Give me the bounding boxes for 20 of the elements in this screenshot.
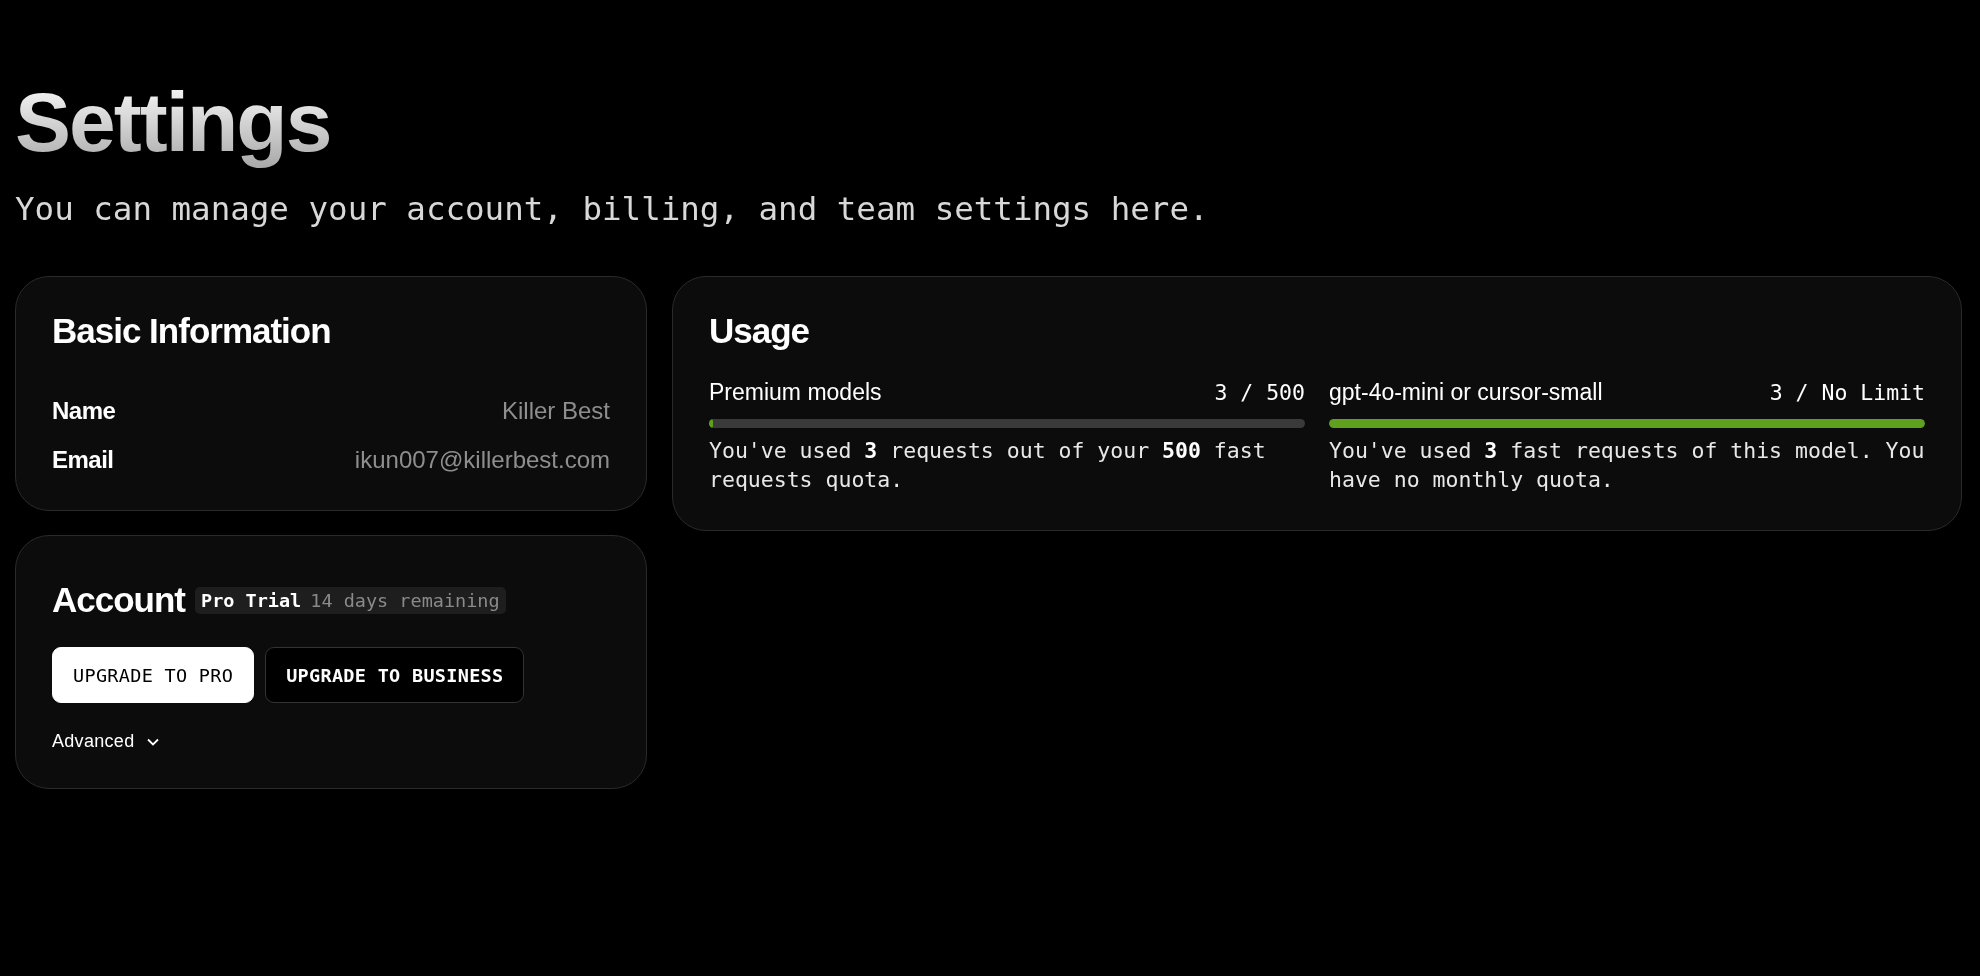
field-label: Email bbox=[52, 446, 114, 475]
upgrade-button[interactable]: UPGRADE TO BUSINESS bbox=[265, 647, 525, 704]
card-title: Usage bbox=[709, 311, 811, 352]
advanced-toggle[interactable]: Advanced bbox=[52, 731, 161, 753]
field-value: ikun007@killerbest.com bbox=[354, 446, 610, 475]
field-value: Killer Best bbox=[501, 397, 610, 426]
page-subtitle: You can manage your account, billing, and team settings here. bbox=[15, 190, 1210, 229]
plan-name: Pro Trial bbox=[201, 589, 302, 611]
card-title: Account bbox=[52, 580, 185, 621]
card-title: Basic Information bbox=[52, 311, 332, 352]
usage-reading: 3 / 500 bbox=[1214, 380, 1305, 406]
usage-description: You've used 3 fast requests of this model. You have no monthly quota. bbox=[1329, 437, 1925, 495]
chevron-icon bbox=[146, 736, 161, 747]
upgrade-button[interactable]: UPGRADE TO PRO bbox=[52, 647, 255, 704]
trial-remaining: 14 days remaining bbox=[310, 589, 500, 611]
usage-reading: 3 / No Limit bbox=[1769, 380, 1925, 406]
usage-label: gpt-4o-mini or cursor-small bbox=[1329, 379, 1603, 407]
usage-label: Premium models bbox=[709, 379, 882, 407]
usage-description: You've used 3 requests out of your 500 fast requests quota. bbox=[709, 437, 1267, 495]
field-label: Name bbox=[52, 397, 116, 426]
